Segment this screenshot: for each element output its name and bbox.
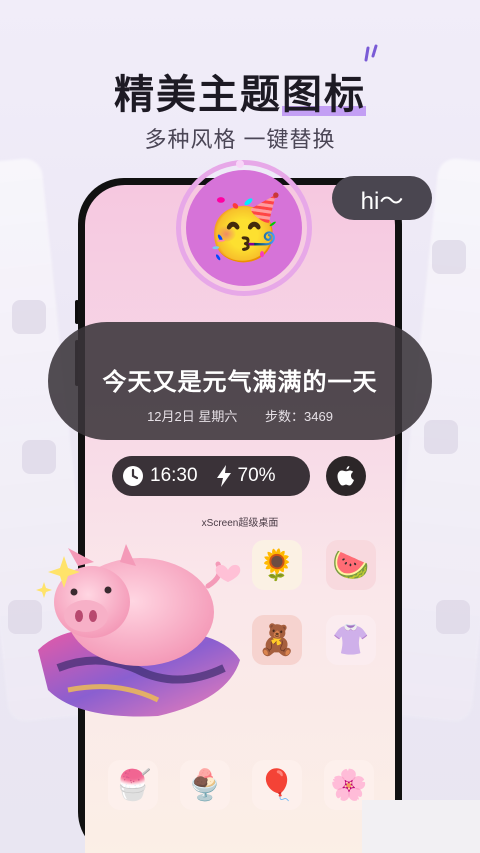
app-glyph: 🍨 [186,768,224,802]
background-tile [436,600,470,634]
widget-date: 12月2日 星期六 [147,409,238,424]
app-glyph: 🍉 [332,548,370,582]
balloon-icon[interactable]: 🎈 [252,760,302,810]
app-glyph: 🧸 [258,623,296,657]
widget-meta: 12月2日 星期六 步数：3469 [48,406,432,425]
battery-value: 70% [237,465,276,486]
widget-title: 今天又是元气满满的一天 [102,369,378,396]
background-tile [424,420,458,454]
background-tile [12,300,46,334]
sparkle-icon [364,44,378,62]
bubble-text: hi～ [360,187,404,215]
app-glyph: 🌸 [330,768,368,802]
background-tile [432,240,466,274]
status-pill[interactable]: 16:30 70% [112,456,310,496]
app-glyph: 🍧 [114,768,152,802]
pig-illustration [36,544,241,717]
watermark-block [362,800,480,853]
emoji-glyph: 🥳 [205,193,283,263]
party-face-icon[interactable]: 🥳 [186,170,302,286]
app-glyph: 🌻 [258,548,296,582]
shirt-icon[interactable]: 👚 [326,615,376,665]
page-title: 精美主题图标 [0,62,480,120]
clock-icon [122,465,144,487]
desktop-label: xScreen超级桌面 [201,518,279,529]
speech-bubble: hi～ [332,176,432,220]
ice-cream-icon[interactable]: 🍨 [180,760,230,810]
page-subtitle: 多种风格 一键替换 [144,127,336,152]
title-part2: 图标 [282,73,366,117]
app-glyph: 👚 [332,623,370,657]
background-tile [22,440,56,474]
battery-bolt-icon [216,465,232,487]
widget-steps: 步数：3469 [265,409,333,424]
greeting-widget[interactable]: 今天又是元气满满的一天 12月2日 星期六 步数：3469 [48,322,432,440]
title-part1: 精美主题 [114,73,282,117]
ring-indicator [236,160,244,168]
watermelon-icon[interactable]: 🍉 [326,540,376,590]
shaved-ice-icon[interactable]: 🍧 [108,760,158,810]
time-value: 16:30 [150,465,198,486]
teddy-bear-icon[interactable]: 🧸 [252,615,302,665]
title-highlight: 图标 [282,62,366,120]
app-glyph: 🎈 [258,768,296,802]
sunflower-icon[interactable]: 🌻 [252,540,302,590]
apple-icon[interactable] [326,456,366,496]
